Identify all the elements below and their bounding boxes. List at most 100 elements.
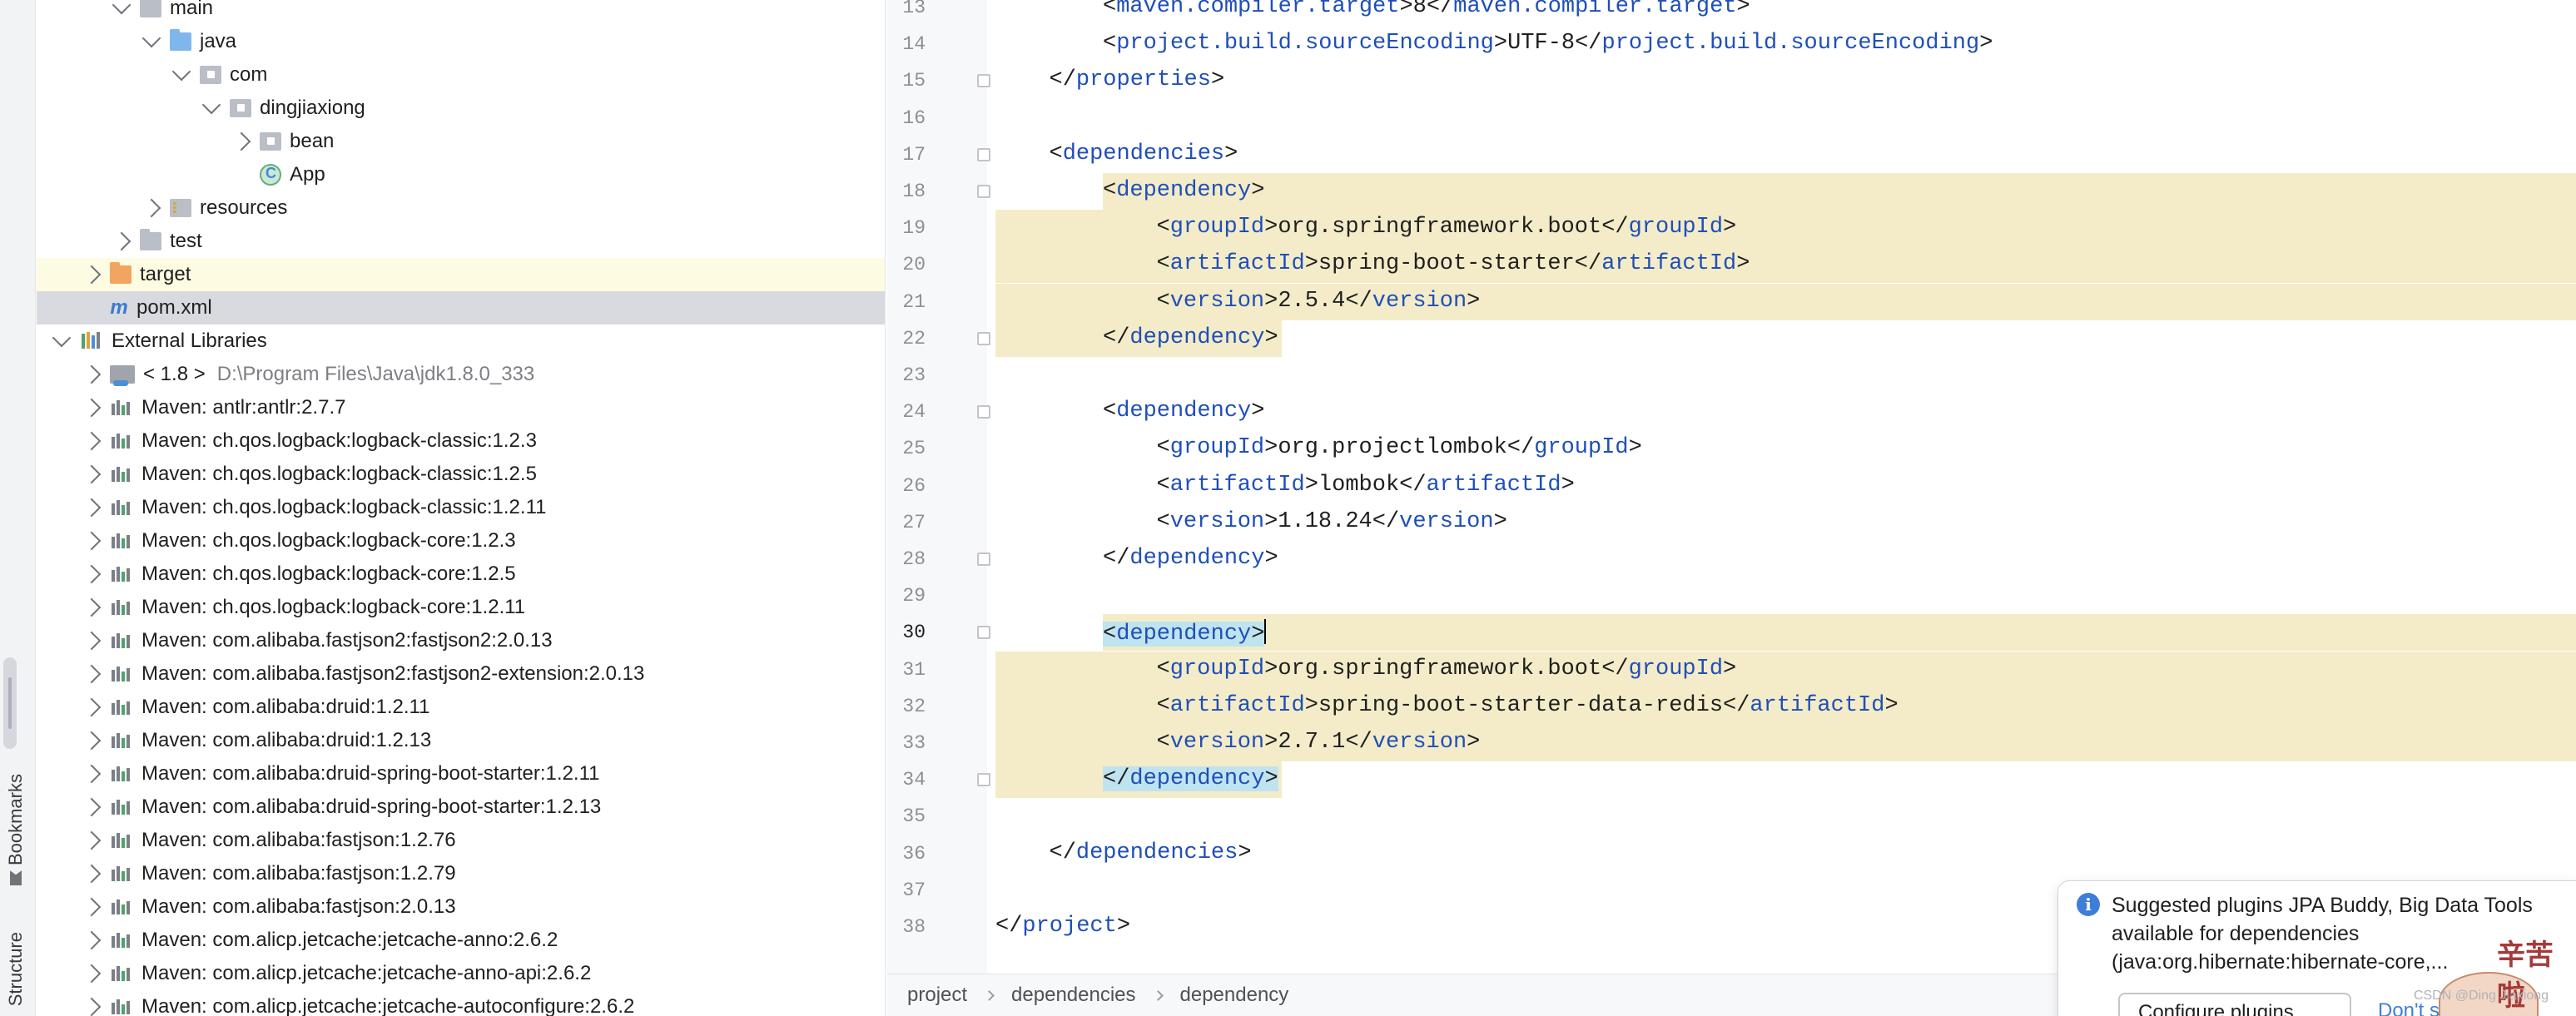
fold-marker-icon[interactable] xyxy=(977,147,990,161)
code-line[interactable]: 35 xyxy=(887,798,2576,835)
chevron-right-icon[interactable] xyxy=(82,431,102,451)
tree-row[interactable]: Maven: ch.qos.logback:logback-classic:1.… xyxy=(37,491,885,524)
tree-row[interactable]: Maven: ch.qos.logback:logback-core:1.2.3 xyxy=(37,524,885,558)
chevron-right-icon[interactable] xyxy=(82,930,102,950)
fold-marker-icon[interactable] xyxy=(977,405,990,419)
chevron-right-icon[interactable] xyxy=(82,564,102,584)
code-line[interactable]: 29 xyxy=(887,577,2576,614)
chevron-down-icon[interactable] xyxy=(171,62,191,82)
tree-row[interactable]: Maven: com.alibaba.fastjson2:fastjson2:2… xyxy=(37,624,885,657)
fold-marker-icon[interactable] xyxy=(977,626,990,640)
fold-marker-icon[interactable] xyxy=(977,74,990,88)
chevron-right-icon[interactable] xyxy=(82,897,102,917)
breadcrumb-item[interactable]: dependencies xyxy=(1011,984,1135,1007)
tree-row[interactable]: java xyxy=(37,25,885,58)
code-line[interactable]: 13 <maven.compiler.target>8</maven.compil… xyxy=(887,0,2576,26)
tree-row[interactable]: m pom.xml xyxy=(37,291,885,325)
code-line[interactable]: 20 <artifactId>spring-boot-starter</artif… xyxy=(887,246,2576,284)
tree-row[interactable]: Maven: com.alibaba:druid:1.2.13 xyxy=(37,724,885,757)
chevron-right-icon[interactable] xyxy=(82,464,102,484)
code-line[interactable]: 24 <dependency> xyxy=(887,394,2576,430)
chevron-right-icon[interactable] xyxy=(82,498,102,518)
tree-row[interactable]: Maven: com.alibaba:druid-spring-boot-sta… xyxy=(37,757,885,790)
code-line[interactable]: 27 <version>1.18.24</version> xyxy=(887,504,2576,541)
chevron-right-icon[interactable] xyxy=(231,131,251,151)
chevron-right-icon[interactable] xyxy=(82,265,102,285)
tree-row[interactable]: App xyxy=(37,158,885,191)
chevron-right-icon[interactable] xyxy=(141,198,161,218)
fold-marker-icon[interactable] xyxy=(977,773,990,787)
tree-row[interactable]: Maven: ch.qos.logback:logback-core:1.2.1… xyxy=(37,591,885,624)
chevron-right-icon[interactable] xyxy=(82,864,102,884)
chevron-right-icon[interactable] xyxy=(82,364,102,384)
fold-marker-icon[interactable] xyxy=(977,185,990,198)
code-line[interactable]: 18 <dependency> xyxy=(887,173,2576,210)
bookmarks-tab[interactable]: Bookmarks xyxy=(5,774,27,892)
breadcrumb-item[interactable]: dependency xyxy=(1180,984,1289,1007)
scroll-handle[interactable] xyxy=(3,657,17,749)
chevron-right-icon[interactable] xyxy=(82,697,102,717)
tree-row[interactable]: Maven: ch.qos.logback:logback-core:1.2.5 xyxy=(37,558,885,591)
code-line[interactable]: 31 <groupId>org.springframework.boot</gro… xyxy=(887,651,2576,688)
breadcrumb-item[interactable]: project xyxy=(907,984,967,1007)
code-line[interactable]: 22 </dependency> xyxy=(887,320,2576,357)
code-line[interactable]: 17 <dependencies> xyxy=(887,136,2576,173)
code-line[interactable]: 36 </dependencies> xyxy=(887,835,2576,872)
tree-row[interactable]: Maven: com.alibaba:fastjson:1.2.79 xyxy=(37,857,885,890)
configure-plugins-button[interactable]: Configure plugins... xyxy=(2118,993,2351,1016)
tree-row[interactable]: resources xyxy=(37,191,885,225)
code-line[interactable]: 30 <dependency> xyxy=(887,614,2576,652)
chevron-down-icon[interactable] xyxy=(112,0,132,15)
chevron-right-icon[interactable] xyxy=(82,398,102,418)
code-line[interactable]: 16 xyxy=(887,100,2576,136)
tree-row[interactable]: Maven: com.alicp.jetcache:jetcache-anno-… xyxy=(37,957,885,990)
tree-row[interactable]: External Libraries xyxy=(37,325,885,358)
chevron-right-icon[interactable] xyxy=(82,797,102,817)
tree-row[interactable]: Maven: com.alicp.jetcache:jetcache-autoc… xyxy=(37,990,885,1016)
tree-row[interactable]: Maven: com.alibaba:druid:1.2.11 xyxy=(37,691,885,724)
chevron-down-icon[interactable] xyxy=(52,328,72,348)
chevron-right-icon[interactable] xyxy=(82,830,102,850)
tree-row[interactable]: Maven: ch.qos.logback:logback-classic:1.… xyxy=(37,424,885,458)
chevron-right-icon[interactable] xyxy=(112,231,132,251)
chevron-right-icon[interactable] xyxy=(82,531,102,551)
code-line[interactable]: 19 <groupId>org.springframework.boot</gro… xyxy=(887,210,2576,247)
chevron-right-icon[interactable] xyxy=(82,764,102,784)
chevron-right-icon[interactable] xyxy=(82,997,102,1016)
code-line[interactable]: 15 </properties> xyxy=(887,62,2576,99)
tree-row[interactable]: Maven: antlr:antlr:2.7.7 xyxy=(37,391,885,424)
tree-row[interactable]: target xyxy=(37,258,885,291)
chevron-down-icon[interactable] xyxy=(201,95,221,115)
code-line[interactable]: 33 <version>2.7.1</version> xyxy=(887,725,2576,761)
code-line[interactable]: 23 xyxy=(887,357,2576,394)
tree-row[interactable]: Maven: com.alibaba:fastjson:2.0.13 xyxy=(37,890,885,924)
tree-row[interactable]: < 1.8 > D:\Program Files\Java\jdk1.8.0_33… xyxy=(37,358,885,391)
code-line[interactable]: 25 <groupId>org.projectlombok</groupId> xyxy=(887,430,2576,467)
fold-marker-icon[interactable] xyxy=(977,331,990,345)
chevron-right-icon[interactable] xyxy=(82,731,102,751)
code-line[interactable]: 34 </dependency> xyxy=(887,761,2576,799)
code-line[interactable]: 32 <artifactId>spring-boot-starter-data-r… xyxy=(887,687,2576,725)
code-line[interactable]: 14 <project.build.sourceEncoding>UTF-8</p… xyxy=(887,26,2576,62)
chevron-right-icon[interactable] xyxy=(82,597,102,617)
tree-row[interactable]: main xyxy=(37,0,885,25)
structure-tab[interactable]: Structure xyxy=(5,932,27,1006)
code-editor[interactable]: 13 <maven.compiler.target>8</maven.compil… xyxy=(887,0,2576,1016)
chevron-right-icon[interactable] xyxy=(82,964,102,984)
tree-row[interactable]: Maven: ch.qos.logback:logback-classic:1.… xyxy=(37,458,885,491)
fold-marker-icon[interactable] xyxy=(977,553,990,566)
chevron-down-icon[interactable] xyxy=(141,28,161,48)
code-line[interactable]: 21 <version>2.5.4</version> xyxy=(887,283,2576,320)
tree-row[interactable]: Maven: com.alibaba.fastjson2:fastjson2-e… xyxy=(37,657,885,691)
code-line[interactable]: 26 <artifactId>lombok</artifactId> xyxy=(887,468,2576,504)
tree-row[interactable]: Maven: com.alicp.jetcache:jetcache-anno:… xyxy=(37,924,885,957)
tree-row[interactable]: Maven: com.alibaba:druid-spring-boot-sta… xyxy=(37,790,885,824)
tree-row[interactable]: dingjiaxiong xyxy=(37,92,885,125)
tree-row[interactable]: Maven: com.alibaba:fastjson:1.2.76 xyxy=(37,824,885,857)
chevron-right-icon[interactable] xyxy=(82,664,102,684)
code-line[interactable]: 28 </dependency> xyxy=(887,541,2576,577)
chevron-right-icon[interactable] xyxy=(82,631,102,651)
tree-row[interactable]: bean xyxy=(37,125,885,158)
tree-row[interactable]: com xyxy=(37,58,885,92)
tree-row[interactable]: test xyxy=(37,225,885,258)
